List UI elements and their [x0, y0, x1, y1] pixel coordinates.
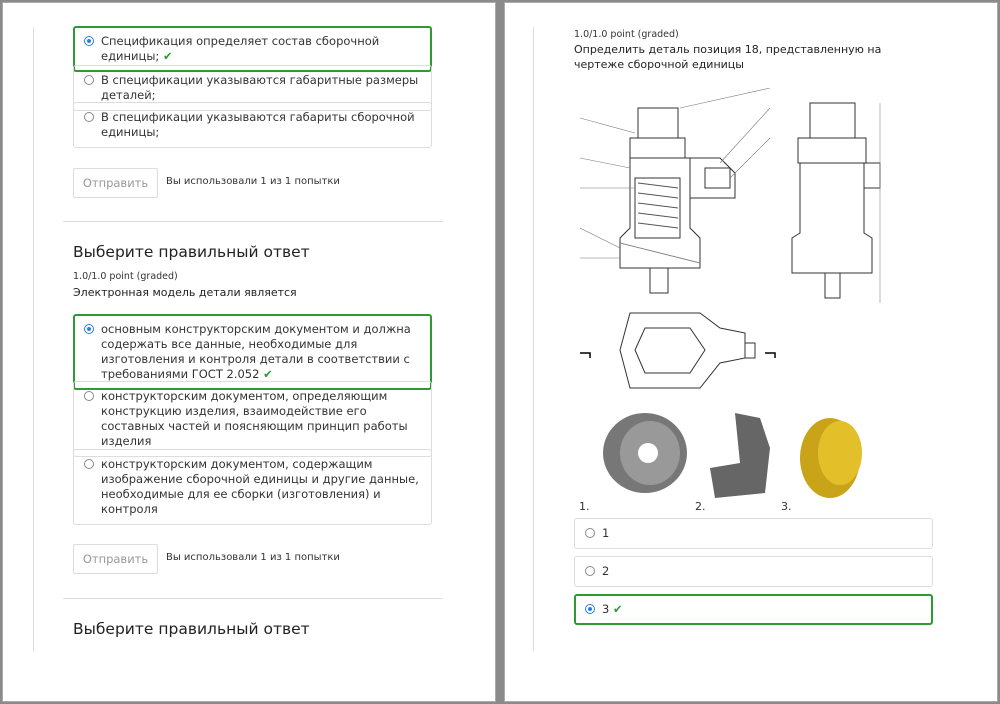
radio[interactable] — [585, 566, 595, 576]
option-label: 1 — [602, 526, 610, 540]
question-heading: Выберите правильный ответ — [73, 243, 310, 261]
option-3[interactable]: 3 ✔ — [574, 594, 933, 625]
divider — [33, 27, 34, 651]
separator — [63, 221, 443, 222]
image-label-3: 3. — [781, 500, 792, 513]
question-heading: Выберите правильный ответ — [73, 620, 310, 638]
question-prompt: Электронная модель детали является — [73, 286, 297, 299]
right-page: 1.0/1.0 point (graded) Определить деталь… — [504, 2, 998, 702]
radio-selected[interactable] — [84, 36, 94, 46]
radio[interactable] — [84, 75, 94, 85]
option-label: В спецификации указываются габаритные ра… — [101, 73, 419, 102]
radio-selected[interactable] — [585, 604, 595, 614]
q2-option-1[interactable]: основным конструкторским документом и до… — [73, 314, 432, 390]
q1-option-3[interactable]: В спецификации указываются габариты сбор… — [73, 102, 432, 148]
divider — [533, 27, 534, 651]
submit-button[interactable]: Отправить — [73, 168, 158, 198]
q2-option-3[interactable]: конструкторским документом, содержащим и… — [73, 449, 432, 525]
option-1[interactable]: 1 — [574, 518, 933, 549]
option-label: конструкторским документом, определяющим… — [101, 389, 408, 448]
option-label: В спецификации указываются габариты сбор… — [101, 110, 415, 139]
check-icon: ✔ — [162, 49, 173, 63]
radio[interactable] — [84, 391, 94, 401]
assembly-drawing — [580, 88, 881, 389]
q2-option-2[interactable]: конструкторским документом, определяющим… — [73, 381, 432, 457]
option-label: основным конструкторским документом и до… — [101, 322, 411, 381]
option-label: конструкторским документом, содержащим и… — [101, 457, 419, 516]
image-label-2: 2. — [695, 500, 706, 513]
check-icon: ✔ — [612, 602, 623, 616]
separator — [63, 598, 443, 599]
radio-selected[interactable] — [84, 324, 94, 334]
attempts-text: Вы использовали 1 из 1 попытки — [166, 552, 340, 563]
option-label: Спецификация определяет состав сборочной… — [101, 34, 380, 63]
part-images — [603, 413, 862, 498]
radio[interactable] — [84, 112, 94, 122]
question-prompt: Определить деталь позиция 18, представле… — [574, 43, 882, 71]
radio[interactable] — [585, 528, 595, 538]
option-2[interactable]: 2 — [574, 556, 933, 587]
points: 1.0/1.0 point (graded) — [574, 29, 679, 40]
left-page: Спецификация определяет состав сборочной… — [2, 2, 496, 702]
points: 1.0/1.0 point (graded) — [73, 271, 178, 282]
attempts-text: Вы использовали 1 из 1 попытки — [166, 176, 340, 187]
check-icon: ✔ — [263, 367, 273, 381]
option-label: 3 — [602, 602, 610, 616]
radio[interactable] — [84, 459, 94, 469]
option-label: 2 — [602, 564, 610, 578]
image-label-1: 1. — [579, 500, 590, 513]
submit-button[interactable]: Отправить — [73, 544, 158, 574]
